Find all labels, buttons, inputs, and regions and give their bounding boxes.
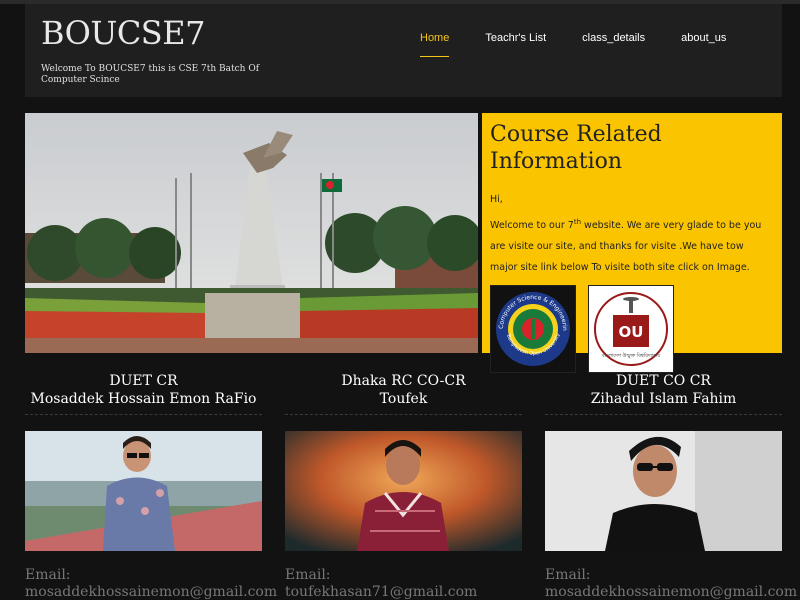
- info-welcome-prefix: Welcome to our 7: [490, 220, 574, 232]
- main-nav: Home Teachr's List class_details about_u…: [420, 32, 762, 57]
- site-tagline: Welcome To BOUCSE7 this is CSE 7th Batch…: [41, 64, 260, 85]
- email-address[interactable]: toufekhasan71@gmail.com: [285, 584, 522, 600]
- person-role-block: DUET CO CR Zihadul Islam Fahim: [545, 372, 782, 414]
- email-address[interactable]: mosaddekhossainemon@gmail.com: [25, 584, 277, 600]
- bou-logo-icon: OU বাংলাদেশ উন্মুক্ত বিশ্ববিদ্যালয়: [594, 292, 668, 366]
- nav-home[interactable]: Home: [420, 32, 450, 57]
- divider: [545, 414, 782, 415]
- bou-logo-link[interactable]: OU বাংলাদেশ উন্মুক্ত বিশ্ববিদ্যালয়: [588, 285, 674, 373]
- divider: [25, 414, 262, 415]
- person-role: DUET CO CR: [616, 373, 711, 389]
- site-brand[interactable]: BOUCSE7: [41, 14, 205, 52]
- person-role: DUET CR: [109, 373, 178, 389]
- info-title: Course Related Information: [490, 122, 662, 174]
- info-welcome: Welcome to our 7th website. We are very …: [490, 212, 774, 278]
- logo2-mark: OU: [619, 323, 644, 341]
- email-label: Email:: [25, 567, 71, 583]
- email-address[interactable]: mosaddekhossainemon@gmail.com: [545, 584, 797, 600]
- person-name: Toufek: [379, 391, 428, 407]
- cse-logo-link[interactable]: Computer Science & Engineering Banglades…: [490, 285, 576, 373]
- nav-class-details[interactable]: class_details: [582, 32, 645, 57]
- logo2-bottom-text: বাংলাদেশ উন্মুক্ত বিশ্ববিদ্যালয়: [601, 352, 661, 359]
- person-role-block: DUET CR Mosaddek Hossain Emon RaFio: [25, 372, 262, 414]
- person-photo: [25, 431, 262, 551]
- person-photo: [545, 431, 782, 551]
- email-label: Email:: [545, 567, 591, 583]
- person-role: Dhaka RC CO-CR: [341, 373, 466, 389]
- divider: [285, 414, 522, 415]
- person-name: Zihadul Islam Fahim: [590, 391, 737, 407]
- person-card-2: Dhaka RC CO-CR Toufek Email: toufekhasan…: [285, 372, 522, 600]
- info-welcome-sup: th: [573, 218, 582, 226]
- site-logos: Computer Science & Engineering Banglades…: [490, 285, 686, 373]
- person-card-3: DUET CO CR Zihadul Islam Fahim Email: mo…: [545, 372, 797, 600]
- site-header: BOUCSE7 Welcome To BOUCSE7 this is CSE 7…: [25, 4, 782, 97]
- cse-logo-icon: Computer Science & Engineering Banglades…: [493, 289, 570, 366]
- info-greeting: Hi,: [490, 194, 503, 205]
- campus-hero-image: [25, 113, 478, 353]
- nav-teachers-list[interactable]: Teachr's List: [485, 32, 546, 57]
- person-name: Mosaddek Hossain Emon RaFio: [30, 391, 257, 407]
- email-label: Email:: [285, 567, 331, 583]
- person-card-1: DUET CR Mosaddek Hossain Emon RaFio Emai…: [25, 372, 277, 600]
- person-photo: [285, 431, 522, 551]
- nav-about-us[interactable]: about_us: [681, 32, 726, 57]
- person-role-block: Dhaka RC CO-CR Toufek: [285, 372, 522, 414]
- course-info-panel: Course Related Information Hi, Welcome t…: [482, 113, 782, 373]
